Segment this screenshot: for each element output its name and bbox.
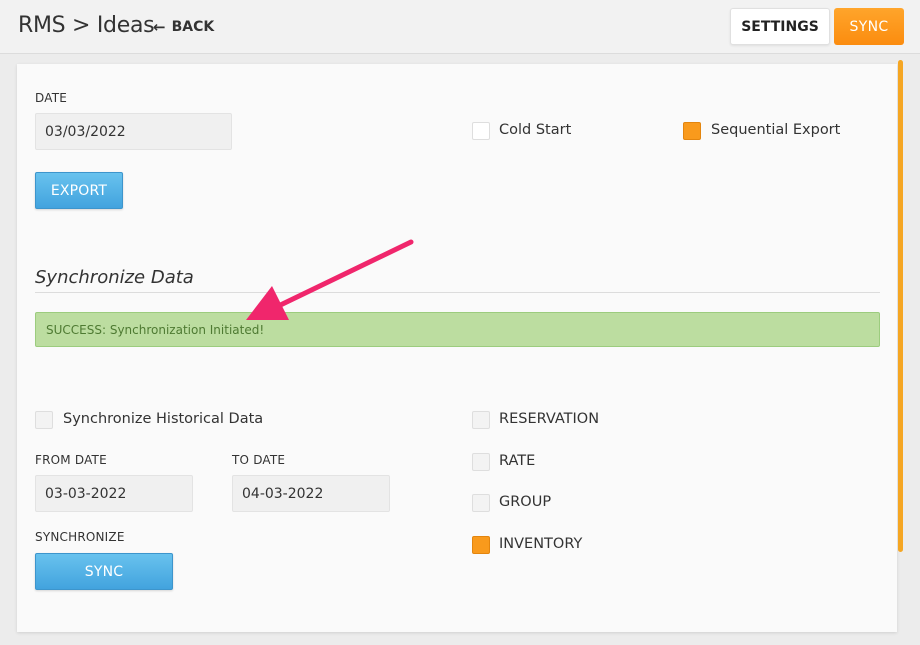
annotation-arrow	[246, 239, 414, 320]
